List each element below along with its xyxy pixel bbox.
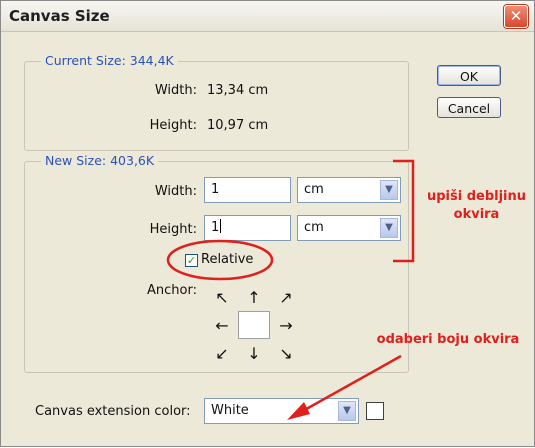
annotation-overlay [166,159,415,420]
annotation-ellipse [166,239,274,281]
annotation-color-text: odaberi boju okvira [376,332,520,347]
annotation-arrow-line [300,354,402,414]
canvas-size-dialog: Canvas Size ✕ Current Size: 344,4K Width… [0,0,535,447]
annotation-thickness-line1: upiši debljinu [426,189,527,204]
annotation-thickness-line2: okvira [453,207,500,222]
annotation-bracket [393,159,415,263]
annotation-arrow-head [287,402,310,420]
